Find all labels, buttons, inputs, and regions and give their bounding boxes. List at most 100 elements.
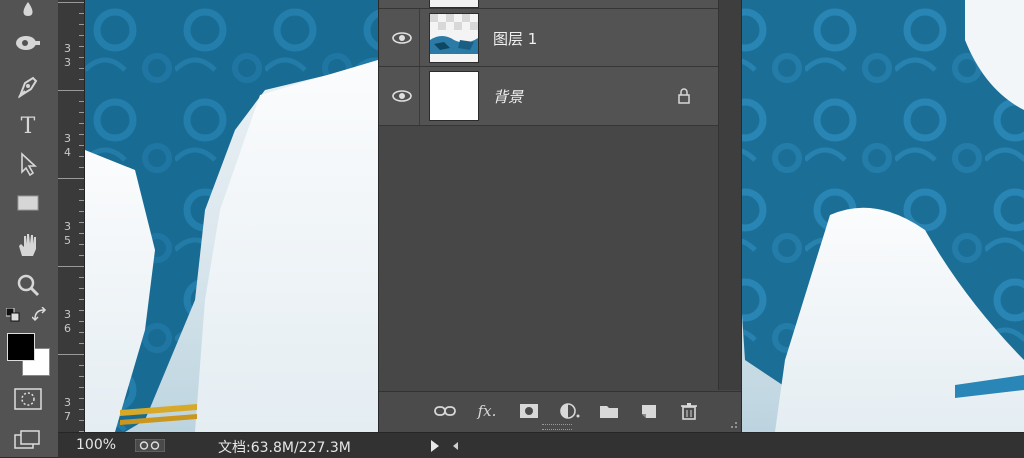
- blur-tool[interactable]: [10, 0, 46, 20]
- ruler-tick: [58, 90, 84, 91]
- layer-style-button[interactable]: fx.: [475, 400, 499, 422]
- ruler-tick: [79, 211, 84, 212]
- hand-tool-icon: [19, 234, 36, 256]
- ruler-label: 3: [64, 220, 71, 233]
- rectangle-tool[interactable]: [10, 188, 46, 218]
- ruler-tick: [79, 277, 84, 278]
- status-menu-arrow-icon[interactable]: [430, 440, 440, 452]
- layer-thumbnail: [429, 13, 479, 63]
- type-tool-icon: T: [20, 113, 36, 139]
- ruler-label: 4: [64, 146, 71, 159]
- ruler-tick: [79, 156, 84, 157]
- new-group-button[interactable]: [597, 400, 621, 422]
- adjustment-layer-button[interactable]: [559, 400, 583, 422]
- vertical-ruler: 3 3 3 4 3 5 3 6 3 7: [58, 0, 85, 432]
- ruler-tick: [79, 145, 84, 146]
- scroll-left-icon[interactable]: [453, 442, 459, 450]
- ruler-tick: [79, 387, 84, 388]
- panel-drag-handle[interactable]: [542, 424, 572, 430]
- eye-icon[interactable]: [391, 30, 413, 46]
- delete-layer-button[interactable]: [677, 400, 701, 422]
- swap-colors-icon[interactable]: [32, 307, 48, 323]
- zoom-tool-icon: [17, 274, 40, 297]
- ruler-label: 5: [64, 234, 71, 247]
- layer-name[interactable]: 图层 1: [493, 28, 537, 49]
- path-selection-tool[interactable]: [10, 149, 46, 179]
- ruler-tick: [79, 57, 84, 58]
- default-colors-icon[interactable]: [6, 308, 20, 322]
- pen-tool-icon: [17, 76, 38, 99]
- dodge-tool[interactable]: [10, 28, 46, 58]
- ruler-tick: [79, 398, 84, 399]
- ruler-tick: [79, 310, 84, 311]
- rectangle-tool-icon: [17, 195, 39, 211]
- layer-row-partial[interactable]: [379, 0, 718, 9]
- ruler-tick: [79, 13, 84, 14]
- tools-panel: T: [0, 0, 59, 457]
- ruler-tick: [79, 255, 84, 256]
- ruler-tick: [79, 365, 84, 366]
- dodge-tool-icon: [16, 36, 40, 50]
- link-layers-button[interactable]: [433, 400, 457, 422]
- ruler-tick: [79, 420, 84, 421]
- type-tool[interactable]: T: [10, 111, 46, 141]
- ruler-tick: [79, 299, 84, 300]
- new-layer-icon: [642, 405, 656, 418]
- layer-row[interactable]: 背景: [379, 67, 718, 126]
- ruler-tick: [58, 178, 84, 179]
- trash-icon: [681, 403, 697, 420]
- resize-grip-icon[interactable]: [728, 419, 738, 429]
- layer-name[interactable]: 背景: [493, 86, 523, 107]
- ruler-label: 3: [64, 132, 71, 145]
- ruler-tick: [79, 343, 84, 344]
- ruler-tick: [79, 332, 84, 333]
- ruler-tick: [79, 321, 84, 322]
- ruler-label: 6: [64, 322, 71, 335]
- blur-tool-icon: [23, 2, 33, 16]
- ruler-label: 3: [64, 396, 71, 409]
- ruler-tick: [79, 101, 84, 102]
- foreground-color-swatch[interactable]: [7, 333, 35, 361]
- ruler-tick: [79, 233, 84, 234]
- ruler-tick: [79, 244, 84, 245]
- status-info-icon[interactable]: [135, 439, 165, 452]
- pen-tool[interactable]: [10, 72, 46, 102]
- ruler-tick: [58, 2, 84, 3]
- quick-mask-icon[interactable]: [14, 388, 42, 410]
- ruler-tick: [79, 222, 84, 223]
- screen-mode-icon[interactable]: [14, 430, 42, 450]
- ruler-label: 3: [64, 56, 71, 69]
- new-layer-button[interactable]: [637, 400, 661, 422]
- ruler-tick: [79, 46, 84, 47]
- zoom-tool[interactable]: [10, 270, 46, 300]
- eye-icon[interactable]: [391, 88, 413, 104]
- ruler-label: 3: [64, 308, 71, 321]
- layer-row[interactable]: 图层 1: [379, 9, 718, 67]
- ruler-tick: [79, 189, 84, 190]
- ruler-label: 7: [64, 410, 71, 423]
- ruler-tick: [79, 376, 84, 377]
- ruler-tick: [79, 112, 84, 113]
- mask-icon: [520, 404, 538, 418]
- hand-tool[interactable]: [10, 230, 46, 260]
- ruler-tick: [79, 123, 84, 124]
- path-selection-tool-icon: [21, 152, 38, 176]
- ruler-tick: [79, 288, 84, 289]
- ruler-tick: [79, 35, 84, 36]
- link-icon: [434, 406, 456, 416]
- ruler-tick: [79, 167, 84, 168]
- adjustment-icon: [560, 403, 580, 419]
- ruler-tick: [79, 134, 84, 135]
- add-mask-button[interactable]: [517, 400, 541, 422]
- layers-panel: 图层 1 背景 fx.: [378, 0, 742, 432]
- lock-icon: [678, 88, 690, 104]
- zoom-level[interactable]: 100%: [76, 437, 116, 453]
- ruler-tick: [79, 409, 84, 410]
- ruler-tick: [79, 200, 84, 201]
- layer-thumbnail: [429, 71, 479, 121]
- ruler-tick: [79, 24, 84, 25]
- ruler-tick: [58, 354, 84, 355]
- ruler-tick: [79, 79, 84, 80]
- layers-scrollbar[interactable]: [718, 0, 741, 390]
- document-size: 文档:63.8M/227.3M: [218, 440, 351, 456]
